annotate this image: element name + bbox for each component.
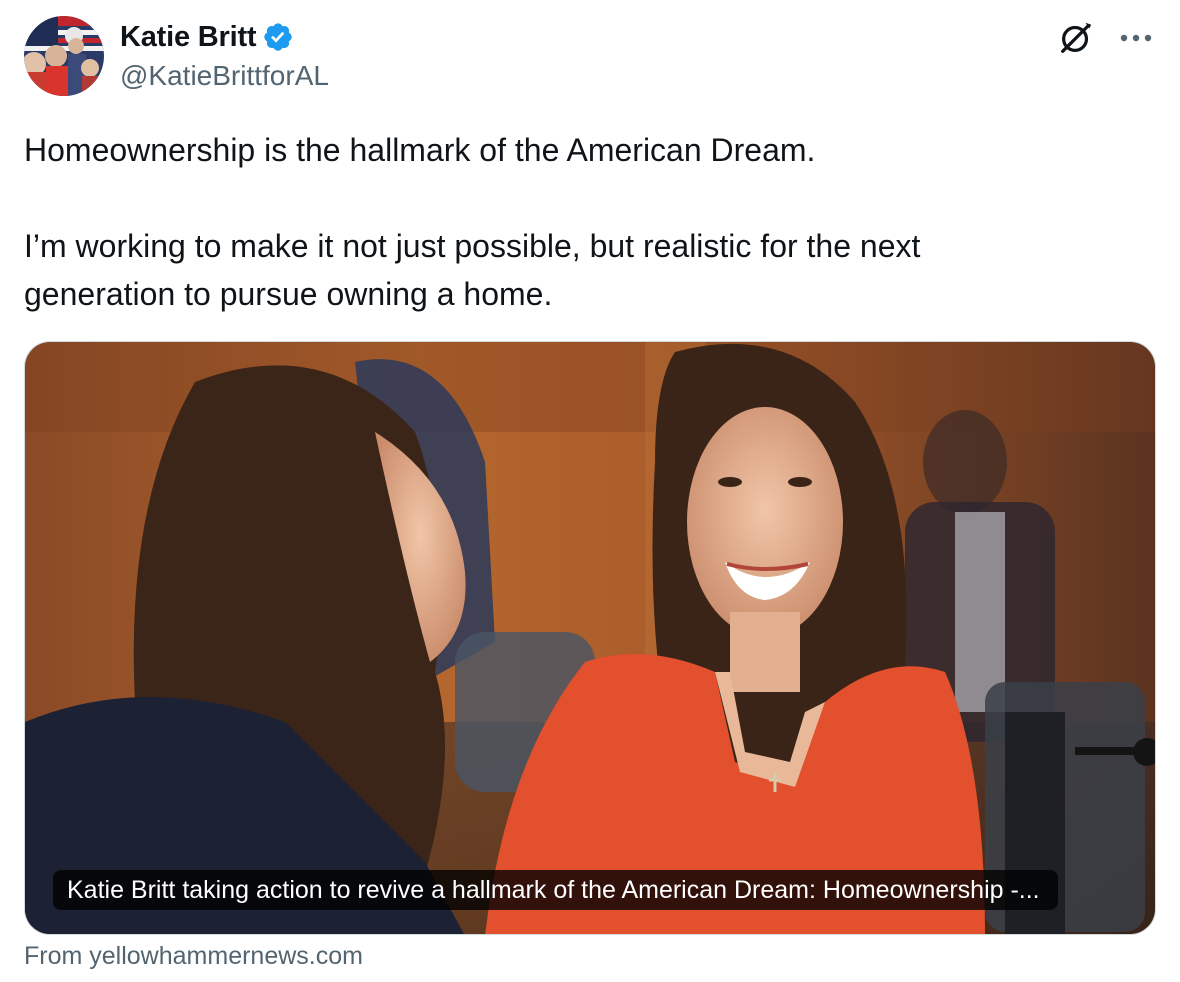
author-name-row: Katie Britt: [120, 18, 294, 56]
avatar-image: [24, 16, 104, 96]
card-source[interactable]: From yellowhammernews.com: [24, 942, 363, 971]
tweet-top-actions: [1056, 18, 1154, 58]
tweet-paragraph-1: Homeownership is the hallmark of the Ame…: [24, 132, 816, 168]
tweet-paragraph-2-line-1: I’m working to make it not just possible…: [24, 228, 921, 264]
tweet-paragraph-2-line-2: generation to pursue owning a home.: [24, 276, 553, 312]
card-caption: Katie Britt taking action to revive a ha…: [53, 870, 1058, 910]
author-handle[interactable]: @KatieBrittforAL: [120, 60, 329, 92]
card-photo: [25, 342, 1155, 934]
grok-icon[interactable]: [1056, 18, 1096, 58]
tweet[interactable]: Katie Britt @KatieBrittforAL Homeownersh…: [0, 0, 1180, 982]
link-card[interactable]: Katie Britt taking action to revive a ha…: [24, 341, 1156, 935]
verified-badge-icon[interactable]: [262, 21, 294, 53]
author-display-name[interactable]: Katie Britt: [120, 21, 257, 54]
tweet-text: Homeownership is the hallmark of the Ame…: [24, 126, 1144, 318]
more-icon[interactable]: [1118, 20, 1154, 56]
avatar[interactable]: [24, 16, 104, 96]
